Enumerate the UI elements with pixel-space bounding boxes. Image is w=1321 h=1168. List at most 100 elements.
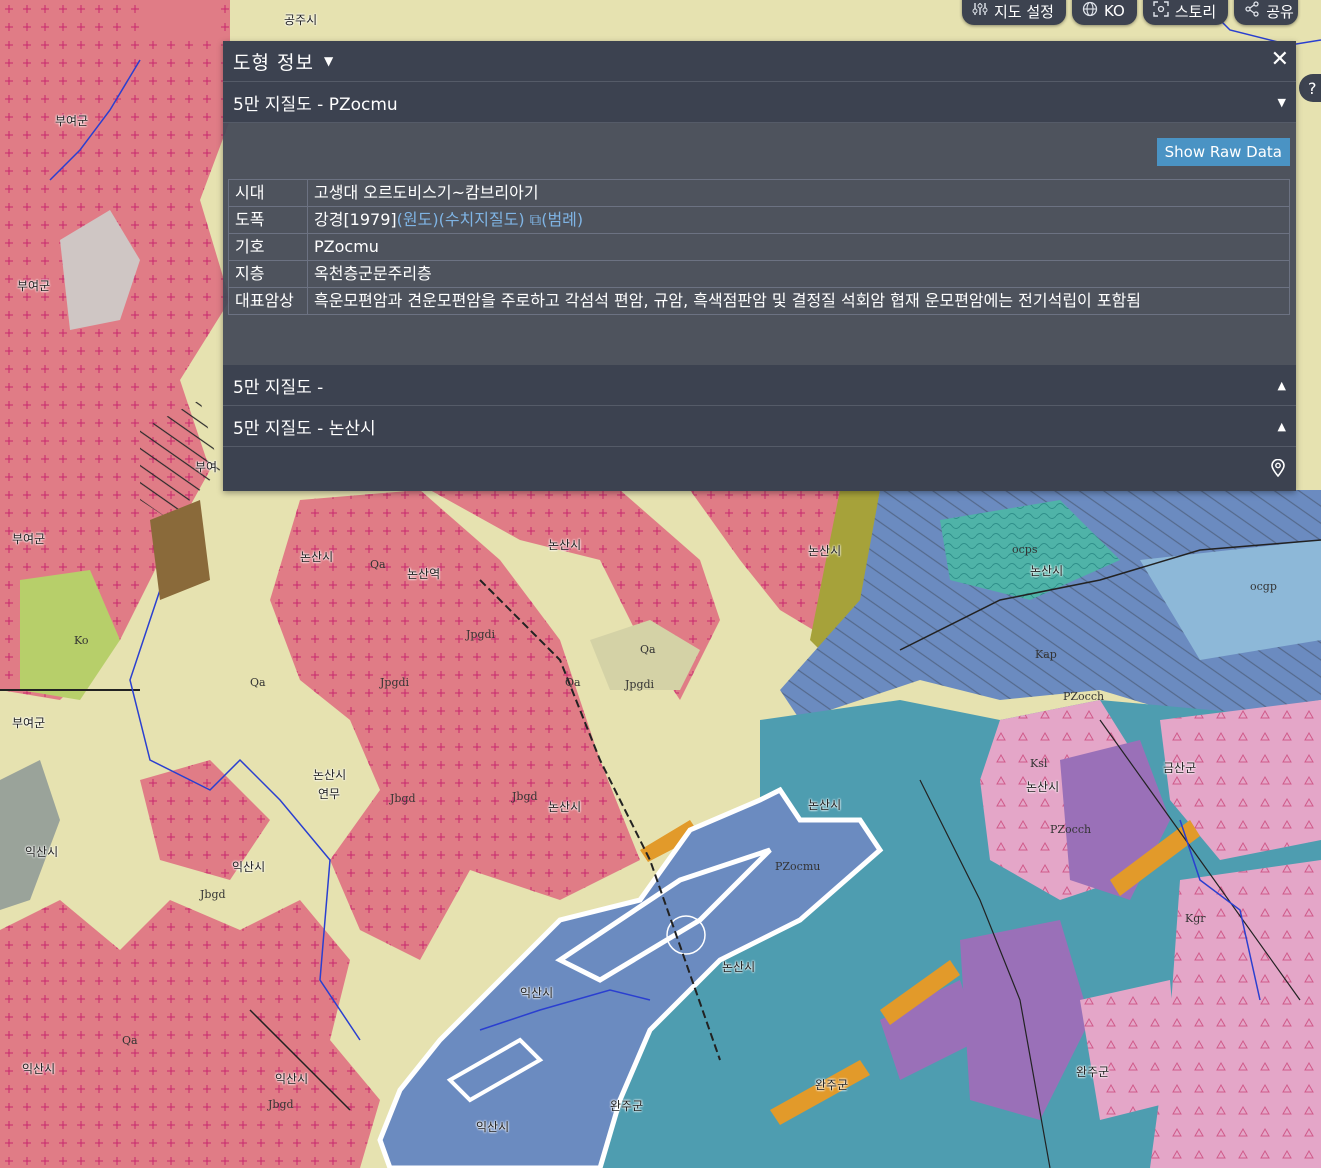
share-label: 공유 [1266,2,1294,21]
map-label: 부여군 [17,279,51,293]
map-label: 익산시 [275,1072,309,1086]
map-unit-code: PZocch [1063,690,1105,703]
map-label: 논산시 [808,544,842,558]
row-value: PZocmu [307,233,1290,261]
row-value: 고생대 오르도비스기~캄브리아기 [307,179,1290,207]
map-label: 익산시 [520,986,554,1000]
chevron-up-icon: ▲ [1277,419,1286,433]
section-header-nonsan[interactable]: 5만 지질도 - 논산시 ▲ [223,406,1296,447]
map-label: 연무 [318,787,341,801]
map-unit-code: ocgp [1250,580,1277,593]
language-label: KO [1103,2,1125,20]
original-map-link[interactable]: (원도) [397,210,439,229]
help-label: ? [1308,78,1317,98]
sliders-icon [972,1,988,21]
panel-header[interactable]: 도형 정보 ▼ ✕ [223,41,1296,82]
map-label: 익산시 [22,1062,56,1076]
map-unit-code: Jpgdi [380,676,410,689]
panel-title: 도형 정보 [233,51,314,74]
row-key: 대표암상 [228,287,308,315]
show-raw-data-button[interactable]: Show Raw Data [1156,138,1290,166]
map-label: 논산시 [1026,780,1060,794]
map-unit-code: Qa [250,676,266,689]
map-label: 논산시 [1030,564,1064,578]
map-label: 논산시 [808,798,842,812]
map-unit-code: Qa [122,1034,138,1047]
map-unit-code: Jbgd [200,888,226,901]
feature-info-panel: 도형 정보 ▼ ✕ 5만 지질도 - PZocmu ▼ Show Raw Dat… [223,41,1296,491]
map-unit-code: Jbgd [268,1098,294,1111]
map-label: 부여군 [12,532,46,546]
location-pin-icon[interactable] [1270,458,1286,481]
map-label: 익산시 [232,860,266,874]
map-unit-code: Jpgdi [466,628,496,641]
sheet-name: 강경[1979] [314,210,397,229]
row-key: 기호 [228,233,308,261]
map-label: 부여군 [12,716,46,730]
map-label: 익산시 [25,845,59,859]
row-key: 지층 [228,260,308,288]
caret-down-icon[interactable]: ▼ [324,54,333,68]
map-label: 부여 [195,460,218,474]
chevron-down-icon: ▼ [1277,95,1286,109]
globe-icon [1082,1,1098,21]
story-label: 스토리 [1174,2,1217,21]
map-label: 논산시 [548,800,582,814]
top-toolbar: 지도 설정 KO 스토리 공유 [962,0,1298,25]
digital-map-link[interactable]: (수치지질도) [439,210,525,229]
map-unit-code: Ksl [1030,757,1048,770]
map-label: 논산시 [722,960,756,974]
map-unit-code: ocps [1012,543,1038,556]
map-unit-code: Ko [74,634,89,647]
share-icon [1244,1,1260,21]
map-label: 논산시 [300,550,334,564]
table-row: 시대 고생대 오르도비스기~캄브리아기 [228,179,1290,207]
map-settings-button[interactable]: 지도 설정 [962,0,1066,25]
map-unit-code: PZocch [1050,823,1092,836]
focus-frame-icon [1153,1,1169,21]
section-header-pzocmu[interactable]: 5만 지질도 - PZocmu ▼ [223,82,1296,123]
help-button[interactable]: ? [1299,74,1321,102]
row-key: 도폭 [228,206,308,234]
section-label: 5만 지질도 - [233,377,324,398]
map-unit-code: Qa [640,643,656,656]
chevron-up-icon: ▲ [1277,378,1286,392]
panel-footer [223,447,1296,491]
language-button[interactable]: KO [1071,0,1137,25]
row-value: 강경[1979](원도)(수치지질도) ⧉(범례) [307,206,1290,234]
map-unit-code: Jpgdi [625,678,655,691]
map-settings-label: 지도 설정 [994,2,1054,21]
map-unit-code: Kap [1035,648,1057,661]
map-unit-code: Jbgd [390,792,416,805]
raw-button-label: Show Raw Data [1164,143,1282,161]
map-label: 금산군 [1163,761,1197,775]
table-row: 기호 PZocmu [228,233,1290,261]
map-label: 익산시 [476,1120,510,1134]
map-label: 논산시 [313,768,347,782]
close-icon[interactable]: ✕ [1271,47,1289,72]
table-row: 도폭 강경[1979](원도)(수치지질도) ⧉(범례) [228,206,1290,234]
map-unit-code: Qa [565,676,581,689]
row-key: 시대 [228,179,308,207]
map-label: 논산시 [548,538,582,552]
section-label: 5만 지질도 - PZocmu [233,94,398,115]
map-unit-code: Jbgd [512,790,538,803]
share-button[interactable]: 공유 [1234,0,1298,25]
map-label: 완주군 [815,1078,849,1092]
map-unit-code: Qa [370,558,386,571]
map-label: 완주군 [610,1099,644,1113]
row-value: 흑운모편암과 견운모편암을 주로하고 각섬석 편암, 규암, 흑색점판암 및 결… [307,287,1290,315]
map-label: 공주시 [284,13,318,27]
section-header-empty[interactable]: 5만 지질도 - ▲ [223,365,1296,406]
section-body: Show Raw Data 시대 고생대 오르도비스기~캄브리아기 도폭 강경[… [223,123,1296,365]
table-row: 대표암상 흑운모편암과 견운모편암을 주로하고 각섬석 편암, 규암, 흑색점판… [228,287,1290,315]
map-label: 완주군 [1076,1065,1110,1079]
table-row: 지층 옥천층군문주리층 [228,260,1290,288]
legend-link[interactable]: ⧉(범례) [530,210,583,229]
map-unit-code: Kgr [1185,912,1206,925]
map-label: 부여군 [55,114,89,128]
section-label: 5만 지질도 - 논산시 [233,418,376,439]
row-value: 옥천층군문주리층 [307,260,1290,288]
attribute-table: 시대 고생대 오르도비스기~캄브리아기 도폭 강경[1979](원도)(수치지질… [228,179,1290,315]
story-button[interactable]: 스토리 [1142,0,1229,25]
